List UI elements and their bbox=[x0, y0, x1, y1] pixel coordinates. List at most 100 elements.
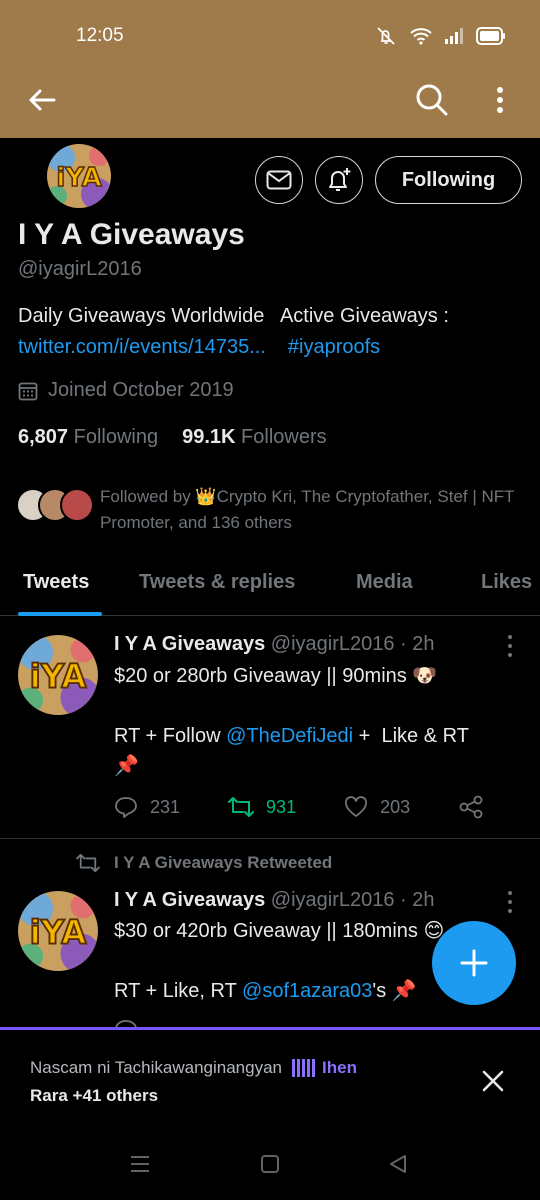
tweet-text: $30 or 420rb Giveaway || 180mins 😊 bbox=[114, 920, 445, 942]
following-count-link[interactable]: 6,807 Following bbox=[18, 426, 158, 449]
tweet-text: 📌 bbox=[114, 755, 139, 777]
tweet-text: $20 or 280rb Giveaway || 90mins 🐶 bbox=[114, 665, 438, 687]
retweet-icon bbox=[228, 797, 255, 817]
heart-icon bbox=[345, 796, 368, 817]
nav-back-button[interactable] bbox=[380, 1146, 416, 1182]
arrow-left-icon bbox=[29, 89, 56, 111]
system-nav-bar bbox=[0, 1124, 540, 1200]
tab-likes[interactable]: Likes bbox=[481, 571, 532, 594]
tweet-author-name[interactable]: I Y A Giveaways bbox=[114, 889, 265, 911]
spaces-bar[interactable]: Nascam ni Tachikawanginangyan Ihen Rara … bbox=[0, 1030, 540, 1124]
plus-icon bbox=[460, 949, 488, 977]
share-icon bbox=[459, 795, 483, 819]
notify-button[interactable] bbox=[315, 156, 363, 204]
tweet-text-part: RT + Follow bbox=[114, 725, 227, 747]
tweet-text-part: + Like & RT bbox=[353, 725, 469, 747]
followed-by[interactable]: Followed by 👑Crypto Kri, The Cryptofathe… bbox=[16, 484, 526, 536]
square-icon bbox=[261, 1155, 279, 1173]
profile-handle: @iyagirL2016 bbox=[18, 258, 142, 280]
bio-link[interactable]: twitter.com/i/events/14735... bbox=[18, 336, 266, 359]
bio-hashtag[interactable]: #iyaproofs bbox=[288, 336, 380, 359]
following-count: 6,807 bbox=[18, 426, 69, 448]
more-menu-button[interactable] bbox=[476, 76, 524, 124]
mute-icon bbox=[377, 27, 395, 45]
following-button[interactable]: Following bbox=[375, 156, 522, 204]
like-button[interactable]: 203 bbox=[344, 796, 410, 818]
retweeted-by-text: I Y A Giveaways Retweeted bbox=[114, 853, 333, 872]
more-vertical-icon bbox=[497, 87, 503, 113]
spaces-listeners: Rara +41 others bbox=[30, 1086, 159, 1105]
spaces-host-name: Ihen bbox=[322, 1058, 357, 1077]
recent-apps-button[interactable] bbox=[122, 1146, 158, 1182]
tweet-text: RT + Follow @TheDefiJedi + Like & RT bbox=[114, 721, 469, 751]
tweet-text: RT + Like, RT @sof1azara03's 📌 bbox=[114, 976, 417, 1006]
joined-text: Joined October 2019 bbox=[48, 379, 234, 401]
tweet-mention[interactable]: @TheDefiJedi bbox=[226, 725, 353, 747]
tweet-author-name[interactable]: I Y A Giveaways bbox=[114, 633, 265, 655]
tweet-actions bbox=[114, 1019, 186, 1027]
retweet-button[interactable]: 931 bbox=[228, 796, 296, 818]
profile-name: I Y A Giveaways bbox=[18, 218, 245, 251]
tweet-avatar[interactable]: iYA bbox=[18, 635, 98, 715]
reply-count: 231 bbox=[150, 796, 181, 817]
tweet-more-button[interactable] bbox=[504, 891, 516, 913]
profile-tabs: Tweets Tweets & replies Media Likes bbox=[0, 560, 540, 616]
followers-count: 99.1K bbox=[182, 426, 236, 448]
battery-icon bbox=[476, 27, 505, 45]
search-icon bbox=[416, 84, 448, 116]
audio-bars-icon bbox=[292, 1059, 316, 1077]
spaces-close-button[interactable] bbox=[476, 1064, 510, 1098]
message-button[interactable] bbox=[255, 156, 303, 204]
joined-date: Joined October 2019 bbox=[18, 379, 234, 402]
bell-plus-icon bbox=[329, 168, 351, 191]
tweet-text-part: RT + Like, RT bbox=[114, 980, 243, 1002]
compose-tweet-button[interactable] bbox=[432, 921, 516, 1005]
tweet-mention[interactable]: @sof1azara03 bbox=[242, 980, 372, 1002]
svg-text:iYA: iYA bbox=[56, 163, 101, 193]
tweet-text-part: 's 📌 bbox=[372, 980, 417, 1002]
followed-by-text: Followed by 👑Crypto Kri, The Cryptofathe… bbox=[100, 487, 515, 532]
svg-text:iYA: iYA bbox=[30, 914, 87, 952]
status-icons bbox=[374, 26, 506, 46]
tab-tweets-replies[interactable]: Tweets & replies bbox=[139, 571, 295, 594]
tweet-header: I Y A Giveaways @iyagirL2016 · 2h bbox=[114, 633, 435, 656]
followers-count-link[interactable]: 99.1K Followers bbox=[182, 426, 327, 449]
signal-icon bbox=[445, 28, 463, 44]
retweet-icon bbox=[76, 853, 100, 873]
profile-bio: Daily Giveaways Worldwide Active Giveawa… bbox=[18, 305, 449, 327]
wifi-icon bbox=[410, 28, 432, 45]
tab-media[interactable]: Media bbox=[356, 571, 413, 594]
menu-lines-icon bbox=[131, 1156, 149, 1172]
search-button[interactable] bbox=[408, 76, 456, 124]
share-button[interactable] bbox=[458, 795, 484, 819]
active-tab-indicator bbox=[18, 612, 102, 616]
status-bar: 12:05 bbox=[0, 0, 540, 62]
spaces-info: Nascam ni Tachikawanginangyan Ihen bbox=[30, 1058, 357, 1078]
tweet-meta: @iyagirL2016 · 2h bbox=[270, 889, 435, 911]
tweet-avatar[interactable]: iYA bbox=[18, 891, 98, 971]
tweet[interactable]: iYA I Y A Giveaways @iyagirL2016 · 2h $2… bbox=[0, 617, 540, 838]
spaces-host: Ihen bbox=[292, 1058, 357, 1078]
calendar-icon bbox=[18, 382, 38, 400]
profile-header bbox=[0, 62, 540, 138]
retweeted-by: I Y A Giveaways Retweeted bbox=[76, 853, 332, 873]
spaces-title: Nascam ni Tachikawanginangyan bbox=[30, 1058, 283, 1077]
reply-icon bbox=[115, 797, 137, 818]
triangle-back-icon bbox=[390, 1155, 406, 1173]
following-label: Following bbox=[73, 426, 159, 448]
profile-avatar[interactable]: iYA bbox=[44, 141, 114, 211]
tab-tweets[interactable]: Tweets bbox=[23, 571, 89, 594]
reply-icon bbox=[115, 1020, 137, 1027]
svg-text:iYA: iYA bbox=[30, 658, 87, 696]
tweet-more-button[interactable] bbox=[504, 635, 516, 657]
followed-by-avatars bbox=[16, 484, 100, 524]
profile-bio-links: twitter.com/i/events/14735... #iyaproofs bbox=[18, 336, 380, 359]
status-time: 12:05 bbox=[76, 25, 124, 46]
back-button[interactable] bbox=[18, 76, 66, 124]
like-count: 203 bbox=[380, 796, 411, 817]
reply-button[interactable] bbox=[114, 1019, 138, 1027]
followers-label: Followers bbox=[241, 426, 327, 448]
home-button[interactable] bbox=[252, 1146, 288, 1182]
follower-avatar bbox=[60, 488, 94, 522]
reply-button[interactable]: 231 bbox=[114, 796, 180, 818]
